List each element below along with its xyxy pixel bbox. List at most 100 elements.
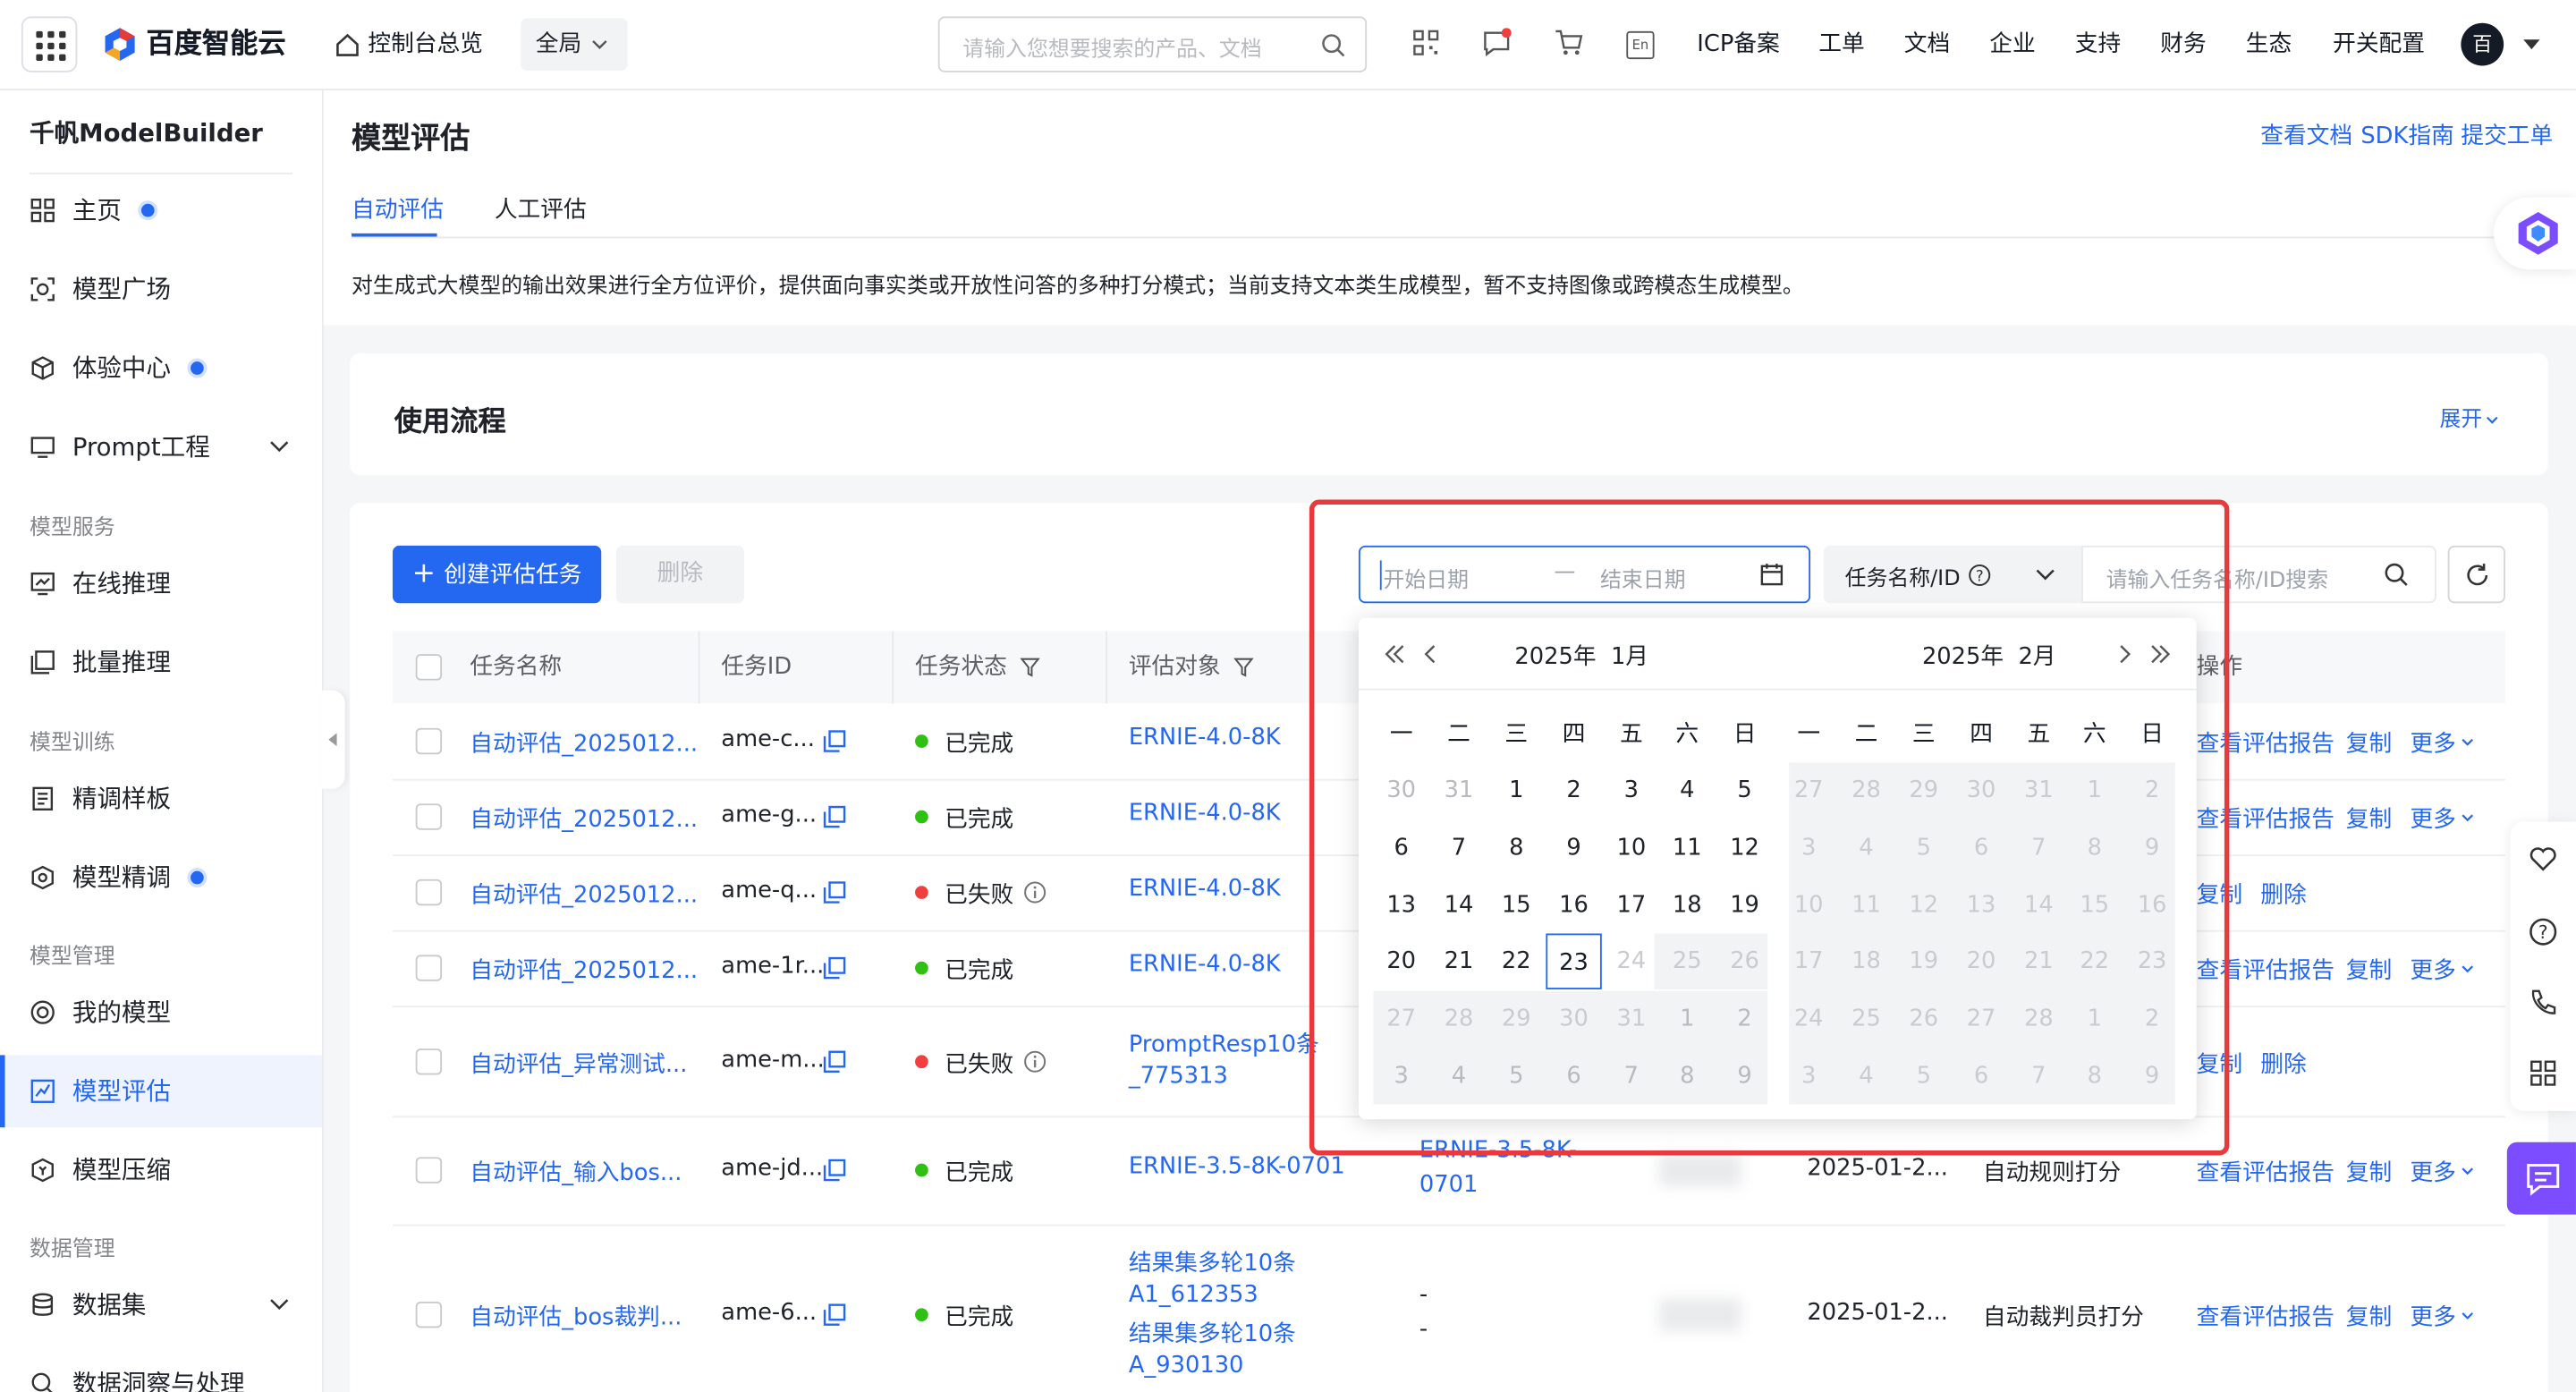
row-checkbox[interactable] (415, 1301, 443, 1328)
console-overview-link[interactable]: 控制台总览 (368, 0, 483, 89)
sidebar-item-model-tuning[interactable]: 模型精调 (0, 842, 322, 914)
refresh-button[interactable] (2447, 545, 2505, 604)
apps-grid-icon[interactable] (21, 16, 78, 72)
assistant-float-button[interactable] (2494, 197, 2576, 270)
more-dropdown[interactable]: 更多 (2410, 954, 2455, 987)
sidebar-item-experience[interactable]: 体验中心 (0, 332, 322, 404)
view-report-link[interactable]: 查看评估报告 (2197, 1300, 2334, 1333)
more-dropdown[interactable]: 更多 (2410, 802, 2455, 836)
copy-icon[interactable] (823, 881, 846, 904)
sidebar-item-tuning-sample[interactable]: 精调样板 (0, 762, 322, 835)
copy-icon[interactable] (823, 805, 846, 828)
eval-target-link[interactable]: _775313 (1129, 1063, 1228, 1089)
sidebar-item-model-compression[interactable]: 模型压缩 (0, 1134, 322, 1207)
info-icon[interactable] (1023, 881, 1046, 904)
copy-icon[interactable] (823, 1159, 846, 1182)
filter-icon[interactable] (1020, 658, 1040, 677)
eval-target-link[interactable]: ERNIE-4.0-8K (1129, 726, 1281, 751)
help-circle-icon[interactable]: ? (2529, 917, 2558, 946)
scope-select[interactable]: 全局 (521, 18, 628, 71)
copy-icon[interactable] (823, 730, 846, 753)
sidebar-item-batch-inference[interactable]: 批量推理 (0, 626, 322, 699)
copy-link[interactable]: 复制 (2346, 1300, 2392, 1333)
eval-target-link[interactable]: PromptResp10条 (1129, 1027, 1319, 1060)
more-dropdown[interactable]: 更多 (2410, 726, 2455, 760)
task-name-link[interactable]: 自动评估_异常测试... (470, 1046, 687, 1079)
row-checkbox[interactable] (415, 878, 443, 906)
eval-target-link[interactable]: 结果集多轮10条 (1129, 1317, 1296, 1350)
submit-ticket-link[interactable]: 提交工单 (2461, 118, 2553, 151)
view-report-link[interactable]: 查看评估报告 (2197, 1155, 2334, 1188)
sidebar-item-data-insight[interactable]: 数据洞察与处理 (0, 1347, 322, 1392)
caret-down-icon[interactable] (2523, 39, 2540, 51)
heart-icon[interactable] (2529, 845, 2558, 874)
global-search-input[interactable]: 请输入您想要搜索的产品、文档 (937, 16, 1368, 72)
delete-button[interactable]: 删除 (615, 545, 745, 604)
create-evaluation-button[interactable]: + 创建评估任务 (392, 545, 602, 604)
nav-ticket[interactable]: 工单 (1818, 0, 1864, 89)
sidebar-item-model-square[interactable]: 模型广场 (0, 253, 322, 326)
row-checkbox[interactable] (415, 955, 443, 981)
filter-icon[interactable] (1233, 658, 1254, 677)
eval-target-link[interactable]: ERNIE-4.0-8K (1129, 801, 1281, 827)
qrcode-icon[interactable] (1411, 28, 1441, 57)
copy-icon[interactable] (823, 956, 846, 980)
brand-name[interactable]: 百度智能云 (146, 0, 285, 89)
sidebar-item-my-models[interactable]: 我的模型 (0, 976, 322, 1048)
tab-auto-evaluation[interactable]: 自动评估 (352, 192, 444, 225)
info-icon[interactable] (1023, 1049, 1046, 1073)
sidebar-item-model-evaluation[interactable]: 模型评估 (0, 1055, 322, 1128)
row-checkbox[interactable] (415, 1157, 443, 1184)
eval-target-link[interactable]: ERNIE-4.0-8K (1129, 877, 1281, 903)
eval-target-link[interactable]: A_930130 (1129, 1352, 1244, 1378)
task-name-link[interactable]: 自动评估_bos裁判... (470, 1300, 682, 1333)
view-docs-link[interactable]: 查看文档 (2260, 118, 2352, 151)
eval-target-link[interactable]: A1_612353 (1129, 1281, 1258, 1307)
task-name-link[interactable]: 自动评估_2025012... (470, 802, 698, 836)
nav-switch-config[interactable]: 开关配置 (2333, 0, 2425, 89)
task-name-link[interactable]: 自动评估_2025012... (470, 954, 698, 987)
sidebar-item-dataset[interactable]: 数据集 (0, 1269, 322, 1341)
copy-icon[interactable] (823, 1303, 846, 1327)
copy-link[interactable]: 复制 (2346, 726, 2392, 760)
nav-finance[interactable]: 财务 (2160, 0, 2206, 89)
delete-link[interactable]: 删除 (2260, 878, 2306, 911)
online-chat-button[interactable] (2506, 1142, 2576, 1215)
delete-link[interactable]: 删除 (2260, 1046, 2306, 1079)
eval-target-link[interactable]: 结果集多轮10条 (1129, 1246, 1296, 1279)
nav-docs[interactable]: 文档 (1904, 0, 1950, 89)
copy-link[interactable]: 复制 (2346, 954, 2392, 987)
sidebar-item-home[interactable]: 主页 (0, 174, 322, 247)
row-checkbox[interactable] (415, 803, 443, 830)
sdk-guide-link[interactable]: SDK指南 (2360, 118, 2453, 151)
eval-target-link[interactable]: ERNIE-4.0-8K (1129, 952, 1281, 978)
copy-link[interactable]: 复制 (2346, 1155, 2392, 1188)
nav-ecosystem[interactable]: 生态 (2246, 0, 2292, 89)
copy-icon[interactable] (823, 1049, 846, 1073)
more-dropdown[interactable]: 更多 (2410, 1300, 2455, 1333)
select-all-checkbox[interactable] (415, 654, 443, 681)
sidebar-item-prompt[interactable]: Prompt工程 (0, 411, 322, 483)
nav-support[interactable]: 支持 (2075, 0, 2121, 89)
more-dropdown[interactable]: 更多 (2410, 1155, 2455, 1188)
apps-icon[interactable] (2529, 1058, 2558, 1088)
row-checkbox[interactable] (415, 1048, 443, 1074)
sidebar-item-online-inference[interactable]: 在线推理 (0, 547, 322, 620)
sidebar-collapse-handle[interactable] (321, 690, 345, 789)
row-checkbox[interactable] (415, 727, 443, 755)
phone-icon[interactable] (2529, 988, 2558, 1017)
usage-flow-card: 使用流程 展开 (350, 352, 2548, 475)
expand-link[interactable]: 展开 (2439, 401, 2498, 432)
cart-icon[interactable] (1555, 28, 1584, 57)
message-icon[interactable] (1482, 28, 1512, 57)
eval-target-link[interactable]: ERNIE-3.5-8K-0701 (1129, 1154, 1345, 1180)
nav-icp[interactable]: ICP备案 (1697, 0, 1779, 89)
language-icon[interactable]: En (1626, 30, 1655, 60)
task-name-link[interactable]: 自动评估_2025012... (470, 878, 698, 911)
nav-enterprise[interactable]: 企业 (1989, 0, 2035, 89)
copy-link[interactable]: 复制 (2346, 802, 2392, 836)
task-name-link[interactable]: 自动评估_输入bos... (470, 1155, 682, 1188)
task-name-link[interactable]: 自动评估_2025012... (470, 726, 698, 760)
avatar[interactable]: 百 (2461, 22, 2504, 66)
tab-manual-evaluation[interactable]: 人工评估 (495, 192, 587, 225)
